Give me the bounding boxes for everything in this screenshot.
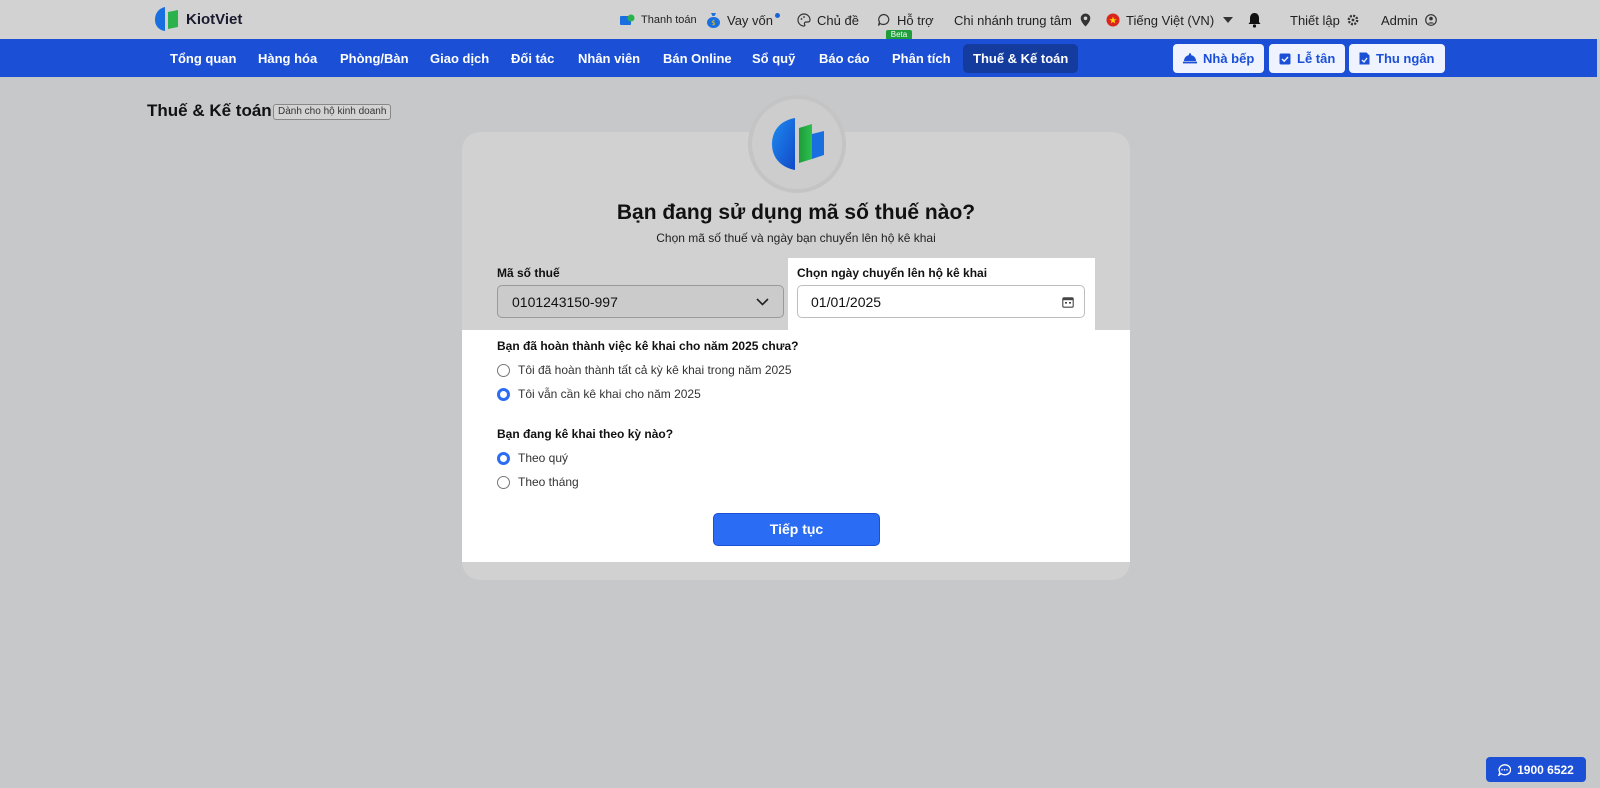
topbar-theme[interactable]: Chủ đề (796, 11, 859, 29)
radio-circle-selected[interactable] (497, 387, 510, 401)
kitchen-button[interactable]: Nhà bếp (1173, 44, 1265, 73)
theme-label: Chủ đề (817, 12, 859, 28)
nav-goods[interactable]: Hàng hóa (258, 44, 317, 73)
payment-icon (620, 13, 635, 28)
radio-label: Theo quý (518, 451, 569, 465)
gear-icon (1346, 13, 1361, 28)
brand-logo[interactable]: KiotViet (154, 6, 242, 32)
reception-label: Lễ tân (1297, 51, 1336, 66)
nav-analytics[interactable]: Phân tích (892, 44, 951, 73)
top-bar: KiotViet Thanh toán $ Vay vốn Chủ đề Hỗ … (0, 0, 1600, 40)
reception-button[interactable]: Lễ tân (1269, 44, 1346, 73)
radio-label: Tôi đã hoàn thành tất cả kỳ kê khai tron… (518, 363, 792, 377)
hotline-button[interactable]: 1900 6522 (1486, 757, 1586, 782)
tax-code-label: Mã số thuế (497, 266, 560, 280)
settings-label: Thiết lập (1290, 12, 1340, 28)
nav-rooms-tables[interactable]: Phòng/Bàn (340, 44, 409, 73)
kitchen-label: Nhà bếp (1203, 51, 1255, 66)
language-label: Tiếng Việt (VN) (1126, 12, 1215, 28)
radio-monthly[interactable]: Theo tháng (497, 474, 579, 490)
nav-partners[interactable]: Đối tác (511, 44, 554, 73)
receipt-icon (1359, 52, 1370, 65)
calendar-icon[interactable] (1062, 296, 1074, 308)
card-subtitle: Chọn mã số thuế và ngày bạn chuyển lên h… (656, 231, 936, 245)
switch-date-value: 01/01/2025 (811, 293, 882, 310)
radio-label: Tôi vẫn cần kê khai cho năm 2025 (518, 387, 701, 401)
nav-online-sales[interactable]: Bán Online (663, 44, 732, 73)
payment-label: Thanh toán (641, 14, 697, 26)
topbar-settings[interactable]: Thiết lập (1290, 11, 1361, 29)
nav-staff[interactable]: Nhân viên (578, 44, 640, 73)
nav-overview[interactable]: Tổng quan (170, 44, 236, 73)
palette-icon (796, 13, 811, 28)
notification-dot (775, 12, 781, 18)
main-nav: Tổng quan Hàng hóa Phòng/Bàn Giao dịch Đ… (0, 39, 1597, 77)
user-circle-icon (1424, 13, 1439, 28)
nav-reports[interactable]: Báo cáo (819, 44, 870, 73)
chat-icon (876, 13, 891, 28)
card-title: Bạn đang sử dụng mã số thuế nào? (616, 201, 976, 224)
question-completed: Bạn đã hoàn thành việc kê khai cho năm 2… (497, 339, 799, 353)
brand-name: KiotViet (186, 10, 243, 28)
cloche-icon (1183, 53, 1197, 64)
bell-icon (1247, 13, 1262, 28)
chevron-down-icon (756, 297, 769, 306)
loan-label: Vay vốn (727, 12, 774, 28)
topbar-support[interactable]: Hỗ trợ (876, 11, 934, 29)
vietnam-flag-icon (1105, 13, 1120, 28)
nav-tax-accounting[interactable]: Thuế & Kế toán (963, 44, 1079, 73)
radio-label: Theo tháng (518, 475, 579, 489)
branch-label: Chi nhánh trung tâm (954, 12, 1072, 28)
radio-still-need[interactable]: Tôi vẫn cần kê khai cho năm 2025 (497, 386, 701, 402)
money-bag-icon: $ (706, 13, 721, 28)
radio-completed-all[interactable]: Tôi đã hoàn thành tất cả kỳ kê khai tron… (497, 362, 792, 378)
tax-code-select[interactable]: 0101243150-997 (497, 285, 784, 318)
notifications[interactable] (1247, 11, 1262, 29)
support-label: Hỗ trợ (897, 12, 934, 28)
topbar-branch[interactable]: Chi nhánh trung tâm (954, 11, 1093, 29)
kiotviet-logo-icon (772, 118, 824, 170)
calendar-check-icon (1279, 53, 1291, 65)
kiotviet-logo-icon (155, 7, 178, 31)
user-label: Admin (1381, 12, 1418, 28)
topbar-language[interactable]: Tiếng Việt (VN) (1105, 11, 1235, 29)
radio-circle[interactable] (497, 363, 510, 377)
radio-circle-selected[interactable] (497, 451, 510, 465)
continue-button[interactable]: Tiếp tục (713, 513, 880, 546)
nav-transactions[interactable]: Giao dịch (430, 44, 489, 73)
page-title: Thuế & Kế toán (147, 101, 272, 120)
cashier-button[interactable]: Thu ngân (1349, 44, 1445, 73)
nav-cashbook[interactable]: Sổ quỹ (752, 44, 795, 73)
radio-quarterly[interactable]: Theo quý (497, 450, 568, 466)
location-pin-icon (1078, 13, 1093, 28)
question-period: Bạn đang kê khai theo kỳ nào? (497, 427, 674, 441)
chat-bubble-icon (1498, 763, 1512, 776)
card-logo (748, 95, 846, 193)
topbar-user[interactable]: Admin (1381, 11, 1439, 29)
hotline-number: 1900 6522 (1517, 762, 1574, 777)
svg-text:$: $ (711, 19, 715, 27)
switch-date-input[interactable]: 01/01/2025 (797, 285, 1085, 318)
tax-code-value: 0101243150-997 (512, 293, 618, 310)
switch-date-label: Chọn ngày chuyển lên hộ kê khai (797, 266, 988, 280)
topbar-loan[interactable]: $ Vay vốn (706, 11, 781, 29)
cashier-label: Thu ngân (1376, 51, 1435, 66)
topbar-payment[interactable]: Thanh toán (620, 11, 697, 29)
caret-down-icon (1220, 13, 1235, 28)
radio-circle[interactable] (497, 475, 510, 489)
page-badge: Dành cho hộ kinh doanh (273, 104, 392, 120)
